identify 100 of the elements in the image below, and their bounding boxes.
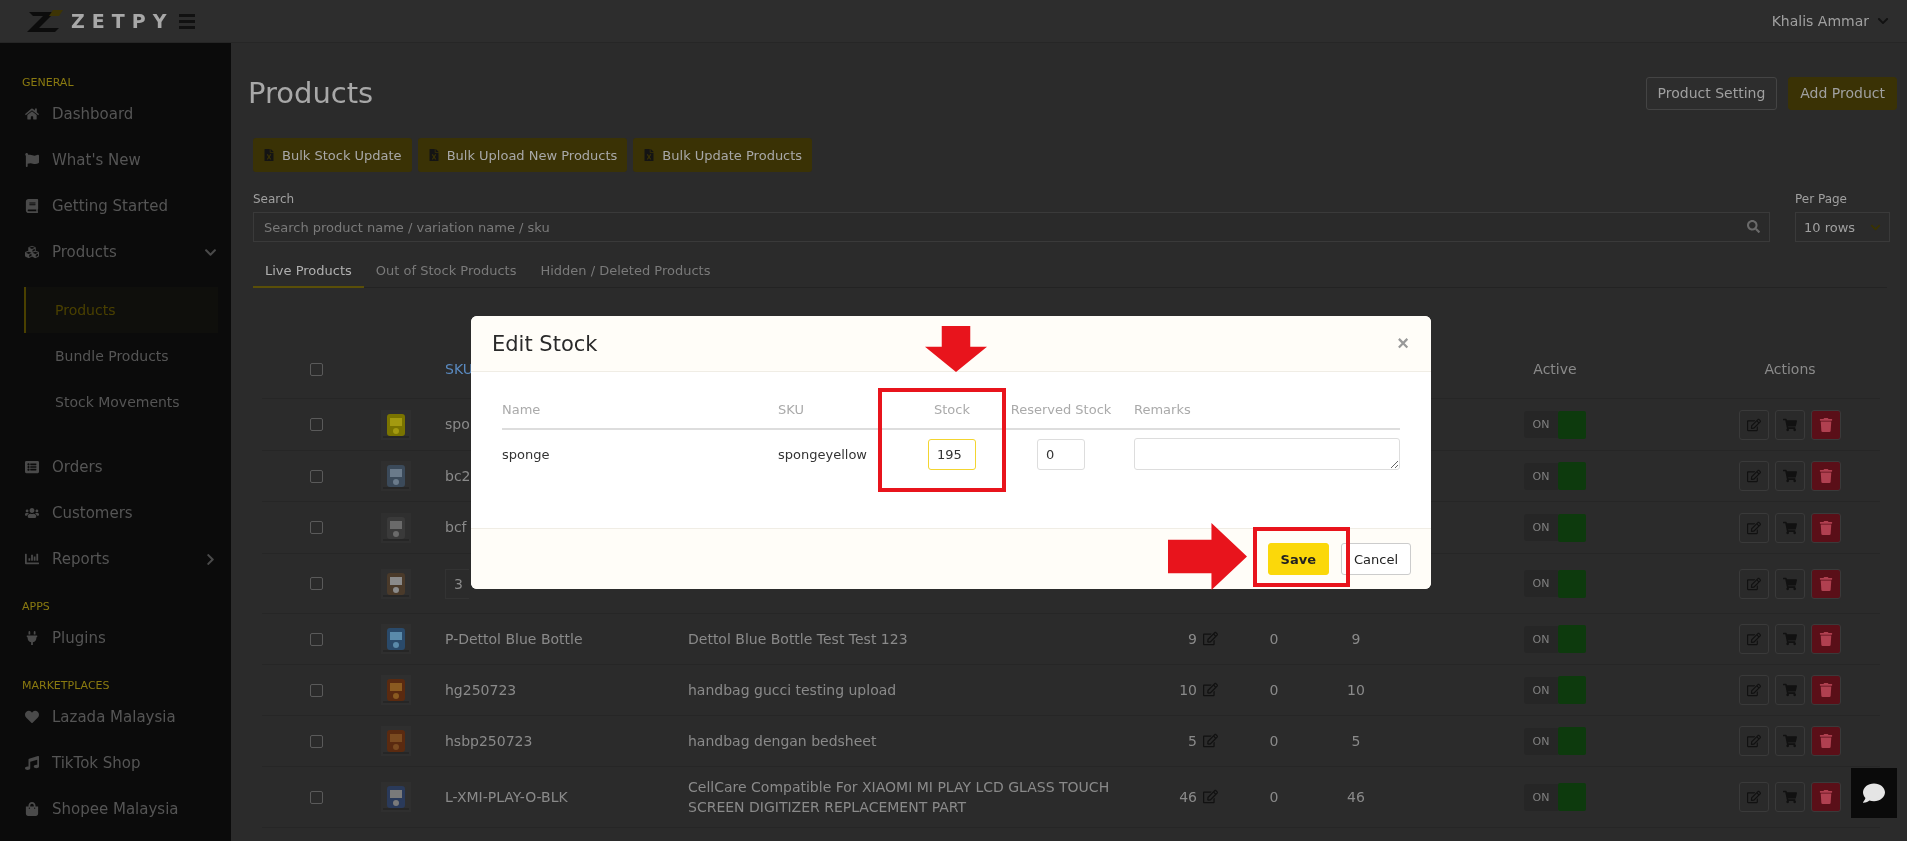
edit-button[interactable] (1739, 726, 1769, 756)
sidebar-item[interactable]: Lazada Malaysia (0, 694, 231, 740)
stock-value: 10 (1179, 680, 1197, 700)
available-value: 10 (1347, 680, 1365, 700)
bulk-button[interactable]: Bulk Stock Update (253, 138, 412, 172)
column-header: Remarks (1134, 401, 1191, 417)
cart-button[interactable] (1775, 409, 1805, 440)
edit-button[interactable] (1739, 624, 1769, 654)
cart-icon (1783, 632, 1797, 646)
sku-text: spongeyellow (778, 446, 867, 462)
edit-icon[interactable] (1203, 733, 1218, 749)
cart-icon (1783, 790, 1797, 804)
checkbox[interactable] (309, 418, 323, 431)
bulk-button[interactable]: Bulk Update Products (633, 138, 813, 172)
checkbox[interactable] (309, 734, 323, 748)
bar-chart-icon (24, 552, 40, 566)
sidebar-item[interactable]: Orders (0, 444, 231, 490)
chat-button[interactable] (1851, 768, 1897, 818)
bulk-button[interactable]: Bulk Upload New Products (417, 138, 628, 172)
delete-button[interactable] (1811, 512, 1841, 543)
sidebar-item[interactable]: What's New (0, 137, 231, 183)
sidebar-subitem[interactable]: Stock Movements (24, 379, 218, 425)
edit-button[interactable] (1739, 675, 1769, 705)
checkbox[interactable] (309, 577, 323, 590)
edit-icon (1747, 469, 1761, 483)
delete-button[interactable] (1811, 675, 1841, 705)
checkbox[interactable] (309, 469, 323, 483)
sidebar-subitem[interactable]: Bundle Products (24, 333, 218, 379)
cart-button[interactable] (1775, 782, 1805, 812)
trash-icon (1819, 469, 1833, 483)
delete-button[interactable] (1811, 461, 1841, 491)
close-button[interactable]: × (1397, 332, 1409, 355)
sidebar-item[interactable]: Shopee Malaysia (0, 786, 231, 832)
edit-button[interactable] (1739, 461, 1769, 491)
sku-text: hg250723 (445, 680, 517, 700)
variant-select[interactable]: 3 (445, 568, 469, 599)
stock-input[interactable]: 195 (928, 438, 976, 470)
edit-button[interactable] (1739, 568, 1769, 599)
rows-select[interactable]: 10 rows (1795, 212, 1890, 242)
product-name: handbag dengan bedsheet (688, 731, 877, 751)
tab[interactable]: Live Products (253, 254, 364, 288)
cart-button[interactable] (1775, 624, 1805, 654)
edit-icon[interactable] (1203, 789, 1218, 805)
sidebar-item[interactable]: Products (0, 229, 231, 275)
delete-button[interactable] (1811, 409, 1841, 440)
sidebar-item[interactable]: Customers (0, 490, 231, 536)
sidebar-item[interactable]: Plugins (0, 615, 231, 661)
edit-button[interactable] (1739, 782, 1769, 812)
trash-icon (1819, 734, 1833, 748)
list-icon (24, 460, 40, 474)
cancel-button[interactable]: Cancel (1340, 543, 1411, 575)
delete-button[interactable] (1811, 726, 1841, 756)
settings-button[interactable]: Product Setting (1645, 76, 1778, 110)
save-button[interactable]: Save (1267, 543, 1329, 575)
field-label: Per Page (1795, 192, 1848, 206)
cart-icon (1783, 520, 1797, 535)
checkbox[interactable] (309, 362, 323, 376)
edit-button[interactable] (1739, 512, 1769, 543)
speech-bubble-icon (1863, 782, 1885, 804)
edit-icon[interactable] (1203, 682, 1218, 698)
cart-icon (1783, 469, 1797, 483)
checkbox[interactable] (309, 521, 323, 534)
section-title: APPS (21, 599, 51, 615)
edit-button[interactable] (1739, 409, 1769, 440)
sidebar-item[interactable]: Getting Started (0, 183, 231, 229)
delete-button[interactable] (1811, 624, 1841, 654)
column-header: SKU (778, 401, 804, 417)
edit-icon (1747, 520, 1761, 535)
search-icon (1747, 220, 1760, 233)
checkbox[interactable] (309, 632, 323, 646)
cart-button[interactable] (1775, 512, 1805, 543)
sidebar-item[interactable]: TikTok Shop (0, 740, 231, 786)
edit-icon (1747, 734, 1761, 748)
available-value: 5 (1351, 731, 1361, 751)
reserved-input[interactable]: 0 (1037, 438, 1085, 470)
chevron-down-icon[interactable] (1877, 15, 1889, 27)
add-button[interactable]: Add Product (1788, 76, 1897, 110)
tab[interactable]: Hidden / Deleted Products (528, 254, 723, 288)
checkbox[interactable] (309, 683, 323, 697)
cart-button[interactable] (1775, 568, 1805, 599)
delete-button[interactable] (1811, 782, 1841, 812)
cart-button[interactable] (1775, 461, 1805, 491)
sidebar-item[interactable]: Reports (0, 536, 231, 582)
cart-button[interactable] (1775, 726, 1805, 756)
edit-icon[interactable] (1203, 631, 1218, 647)
cart-button[interactable] (1775, 675, 1805, 705)
trash-icon (1819, 790, 1833, 804)
user-name[interactable]: Khalis Ammar (1771, 13, 1869, 29)
delete-button[interactable] (1811, 568, 1841, 599)
checkbox[interactable] (309, 790, 323, 804)
remarks-field[interactable] (1134, 438, 1400, 470)
sku-text: bcf (445, 518, 467, 538)
column-header: Actions (1764, 361, 1816, 377)
sidebar-item[interactable]: Dashboard (0, 91, 231, 137)
tab[interactable]: Out of Stock Products (363, 254, 529, 288)
flag-icon (24, 153, 40, 167)
menu-icon[interactable] (179, 13, 196, 29)
sku-text: bc2 (445, 466, 471, 486)
stock-value: 9 (1188, 629, 1197, 649)
search-field[interactable]: Search product name / variation name / sku (253, 212, 1770, 242)
